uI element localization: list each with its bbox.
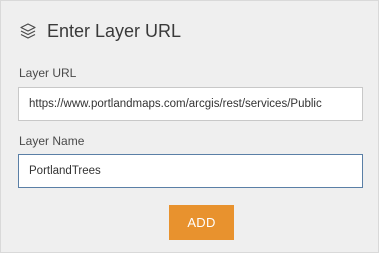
panel-header: Enter Layer URL (19, 19, 181, 43)
add-button[interactable]: ADD (169, 205, 234, 240)
layers-icon (19, 22, 37, 40)
layer-url-label: Layer URL (19, 66, 77, 80)
enter-layer-url-panel: Enter Layer URL Layer URL Layer Name ADD (0, 0, 379, 253)
layer-name-input[interactable] (18, 154, 363, 188)
layer-name-label: Layer Name (19, 134, 85, 148)
layer-url-input[interactable] (18, 87, 363, 121)
panel-title: Enter Layer URL (47, 20, 182, 41)
